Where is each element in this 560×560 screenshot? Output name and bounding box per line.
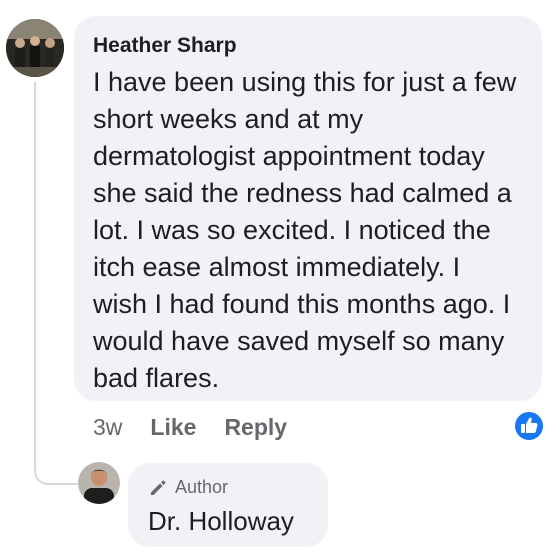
author-avatar-image (78, 462, 120, 504)
commenter-name[interactable]: Heather Sharp (93, 34, 237, 58)
thread-connector-line (34, 82, 78, 485)
comment-text-line: would have saved myself so many (93, 326, 505, 356)
comment-text-line: short weeks and at my (93, 104, 364, 134)
avatar-image (6, 19, 64, 77)
pencil-icon (151, 480, 166, 495)
author-avatar[interactable] (78, 462, 120, 504)
comment-text-line: bad flares. (93, 363, 220, 393)
commenter-avatar[interactable] (6, 19, 64, 77)
reply-button[interactable]: Reply (224, 414, 287, 441)
comment-text: I have been using this for just a few sh… (93, 64, 539, 397)
comment-text-line: itch ease almost immediately. I (93, 252, 461, 282)
comment-text-line: wish I had found this months ago. I (93, 289, 511, 319)
comment-text-line: she said the redness had calmed a (93, 178, 512, 208)
thumbs-up-icon[interactable] (513, 410, 545, 442)
comment-actions: 3w Like Reply (93, 412, 315, 442)
comment-timestamp[interactable]: 3w (93, 414, 122, 441)
comment-text-line: I have been using this for just a few (93, 67, 517, 97)
comment-text-line: lot. I was so excited. I noticed the (93, 215, 491, 245)
author-badge-label: Author (175, 477, 229, 497)
like-button[interactable]: Like (150, 414, 196, 441)
author-badge: Author (148, 477, 228, 498)
reply-author-name[interactable]: Dr. Holloway (148, 506, 294, 537)
comment-text-line: dermatologist appointment today (93, 141, 485, 171)
